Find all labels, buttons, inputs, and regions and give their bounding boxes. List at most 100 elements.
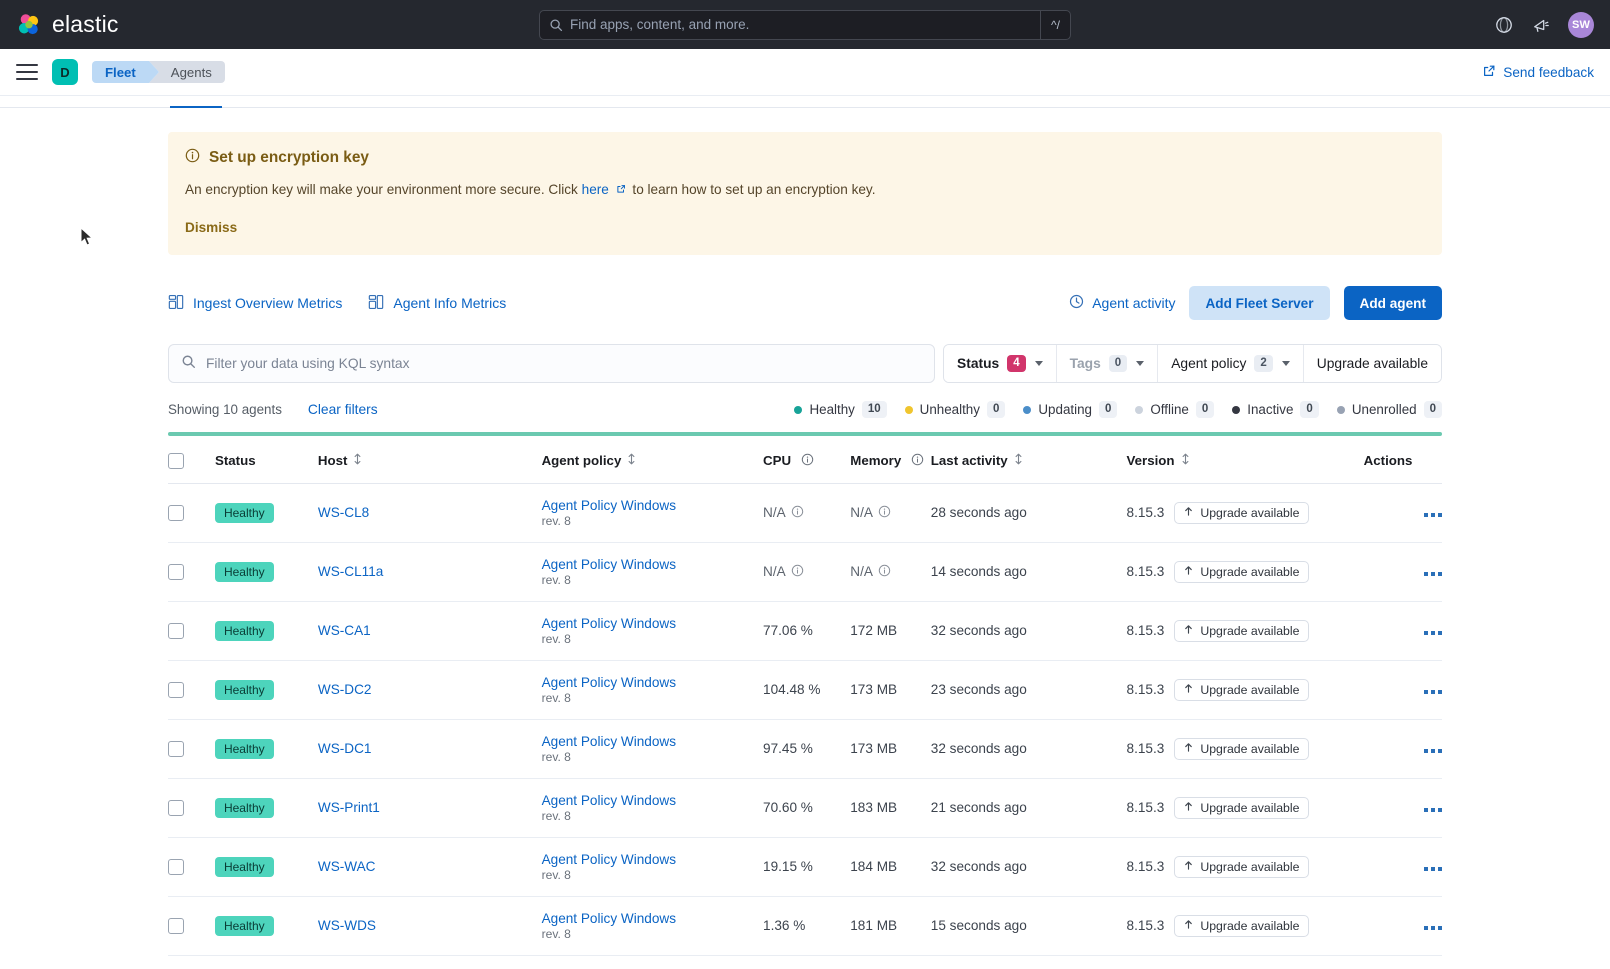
tags-filter-button[interactable]: Tags 0: [1056, 345, 1159, 383]
legend-item-unenrolled[interactable]: Unenrolled 0: [1336, 401, 1442, 419]
menu-toggle-icon[interactable]: [16, 64, 38, 80]
kql-search-input[interactable]: [206, 356, 923, 372]
agent-policy-filter-button[interactable]: Agent policy 2: [1158, 345, 1304, 383]
agent-policy-link[interactable]: Agent Policy Windows: [542, 852, 763, 867]
agent-policy-filter-count: 2: [1254, 355, 1273, 373]
table-row[interactable]: Healthy WS-DC1 Agent Policy Windows rev. 89…: [168, 719, 1442, 779]
upgrade-available-badge[interactable]: Upgrade available: [1174, 914, 1310, 937]
row-checkbox[interactable]: [168, 918, 184, 935]
legend-item-updating[interactable]: Updating 0: [1023, 401, 1118, 419]
row-actions-menu-icon[interactable]: [1424, 926, 1442, 931]
header-host[interactable]: Host: [317, 436, 542, 484]
table-row[interactable]: Healthy WS-CL11a Agent Policy Windows rev. …: [168, 542, 1442, 602]
callout-dismiss-button[interactable]: Dismiss: [185, 220, 237, 235]
row-checkbox[interactable]: [168, 859, 184, 876]
row-checkbox[interactable]: [168, 741, 184, 758]
avatar[interactable]: SW: [1568, 11, 1594, 38]
send-feedback-link[interactable]: Send feedback: [1482, 64, 1594, 81]
host-link[interactable]: WS-DC2: [318, 682, 372, 697]
agent-policy-link[interactable]: Agent Policy Windows: [542, 557, 763, 572]
space-avatar[interactable]: D: [52, 59, 78, 85]
header-version[interactable]: Version: [1126, 436, 1364, 484]
add-fleet-server-button[interactable]: Add Fleet Server: [1189, 286, 1330, 321]
host-link[interactable]: WS-Print1: [318, 800, 380, 815]
upgrade-available-badge[interactable]: Upgrade available: [1174, 737, 1310, 760]
row-actions-menu-icon[interactable]: [1424, 513, 1442, 518]
info-icon[interactable]: [911, 453, 924, 469]
legend-item-healthy[interactable]: Healthy 10: [794, 401, 887, 419]
upgrade-available-badge[interactable]: Upgrade available: [1174, 678, 1310, 701]
legend-item-inactive[interactable]: Inactive 0: [1232, 401, 1319, 419]
row-checkbox[interactable]: [168, 682, 184, 699]
legend-item-offline[interactable]: Offline 0: [1135, 401, 1215, 419]
status-badge: Healthy: [214, 856, 274, 877]
global-search-input[interactable]: [570, 10, 1040, 39]
row-checkbox[interactable]: [168, 564, 184, 581]
info-icon[interactable]: [878, 505, 891, 521]
status-badge: Healthy: [214, 738, 274, 759]
upgrade-available-badge[interactable]: Upgrade available: [1174, 560, 1310, 583]
table-row[interactable]: Healthy WS-WAC Agent Policy Windows rev. 81…: [168, 837, 1442, 897]
encryption-key-callout: Set up encryption key An encryption key …: [168, 132, 1442, 256]
row-actions-menu-icon[interactable]: [1424, 749, 1442, 754]
host-link[interactable]: WS-WDS: [318, 918, 376, 933]
host-link[interactable]: WS-CA1: [318, 623, 371, 638]
announcement-icon[interactable]: [1531, 15, 1551, 35]
agent-policy-link[interactable]: Agent Policy Windows: [542, 911, 763, 926]
row-actions-menu-icon[interactable]: [1424, 808, 1442, 813]
table-row[interactable]: Healthy WS-CA1 Agent Policy Windows rev. 87…: [168, 601, 1442, 661]
table-row[interactable]: Healthy WS-Print1 Agent Policy Windows rev.…: [168, 778, 1442, 838]
upgrade-available-badge[interactable]: Upgrade available: [1174, 855, 1310, 878]
row-actions-menu-icon[interactable]: [1424, 867, 1442, 872]
table-row[interactable]: Healthy WS-WDS Agent Policy Windows rev. 81…: [168, 896, 1442, 956]
host-link[interactable]: WS-CL11a: [318, 564, 383, 579]
callout-here-link[interactable]: here: [582, 182, 609, 197]
upgrade-available-label: Upgrade available: [1200, 918, 1300, 933]
upgrade-available-filter-button[interactable]: Upgrade available: [1303, 345, 1441, 383]
version-value: 8.15.3: [1126, 800, 1165, 816]
arrow-up-icon: [1183, 624, 1194, 638]
global-search[interactable]: ^/: [539, 9, 1071, 40]
legend-item-unhealthy[interactable]: Unhealthy 0: [904, 401, 1006, 419]
host-link[interactable]: WS-DC1: [318, 741, 372, 756]
info-icon[interactable]: [791, 505, 804, 521]
host-link[interactable]: WS-CL8: [318, 505, 369, 520]
select-all-checkbox[interactable]: [168, 452, 184, 469]
table-row[interactable]: Healthy WS-DC2 Agent Policy Windows rev. 81…: [168, 660, 1442, 720]
breadcrumb-item-agents[interactable]: Agents: [148, 61, 225, 83]
info-icon[interactable]: [801, 453, 814, 469]
agent-activity-button[interactable]: Agent activity: [1069, 294, 1175, 312]
upgrade-available-badge[interactable]: Upgrade available: [1174, 796, 1310, 819]
row-actions-menu-icon[interactable]: [1424, 690, 1442, 695]
kql-search-box[interactable]: [168, 344, 936, 384]
clear-filters-button[interactable]: Clear filters: [308, 402, 378, 417]
breadcrumb-item-fleet[interactable]: Fleet: [92, 61, 159, 83]
last-activity-value: 14 seconds ago: [930, 564, 1027, 580]
agent-info-metrics-link[interactable]: Agent Info Metrics: [368, 294, 506, 313]
agent-policy-link[interactable]: Agent Policy Windows: [542, 675, 763, 690]
upgrade-available-badge[interactable]: Upgrade available: [1174, 619, 1310, 642]
header-agent-policy[interactable]: Agent policy: [541, 436, 764, 484]
row-checkbox[interactable]: [168, 623, 184, 640]
row-select-cell: [168, 896, 215, 956]
header-last-activity[interactable]: Last activity: [930, 436, 1127, 484]
agent-policy-link[interactable]: Agent Policy Windows: [542, 793, 763, 808]
elastic-brand[interactable]: elastic: [16, 11, 119, 38]
row-checkbox[interactable]: [168, 800, 184, 817]
table-row[interactable]: HealthyWS-ATAAgent Policy Windowsrev. 81…: [168, 955, 1442, 969]
agent-policy-link[interactable]: Agent Policy Windows: [542, 734, 763, 749]
agent-policy-link[interactable]: Agent Policy Windows: [542, 498, 763, 513]
info-icon[interactable]: [791, 564, 804, 580]
help-circle-icon[interactable]: [1494, 15, 1514, 35]
row-actions-menu-icon[interactable]: [1424, 631, 1442, 636]
agent-policy-link[interactable]: Agent Policy Windows: [542, 616, 763, 631]
add-agent-button[interactable]: Add agent: [1343, 286, 1442, 321]
upgrade-available-badge[interactable]: Upgrade available: [1174, 501, 1310, 524]
info-icon[interactable]: [878, 564, 891, 580]
row-checkbox[interactable]: [168, 505, 184, 522]
status-filter-button[interactable]: Status 4: [944, 345, 1057, 383]
row-actions-menu-icon[interactable]: [1424, 572, 1442, 577]
table-row[interactable]: Healthy WS-CL8 Agent Policy Windows rev. 8N…: [168, 483, 1442, 543]
ingest-overview-metrics-link[interactable]: Ingest Overview Metrics: [168, 294, 342, 313]
host-link[interactable]: WS-WAC: [318, 859, 376, 874]
